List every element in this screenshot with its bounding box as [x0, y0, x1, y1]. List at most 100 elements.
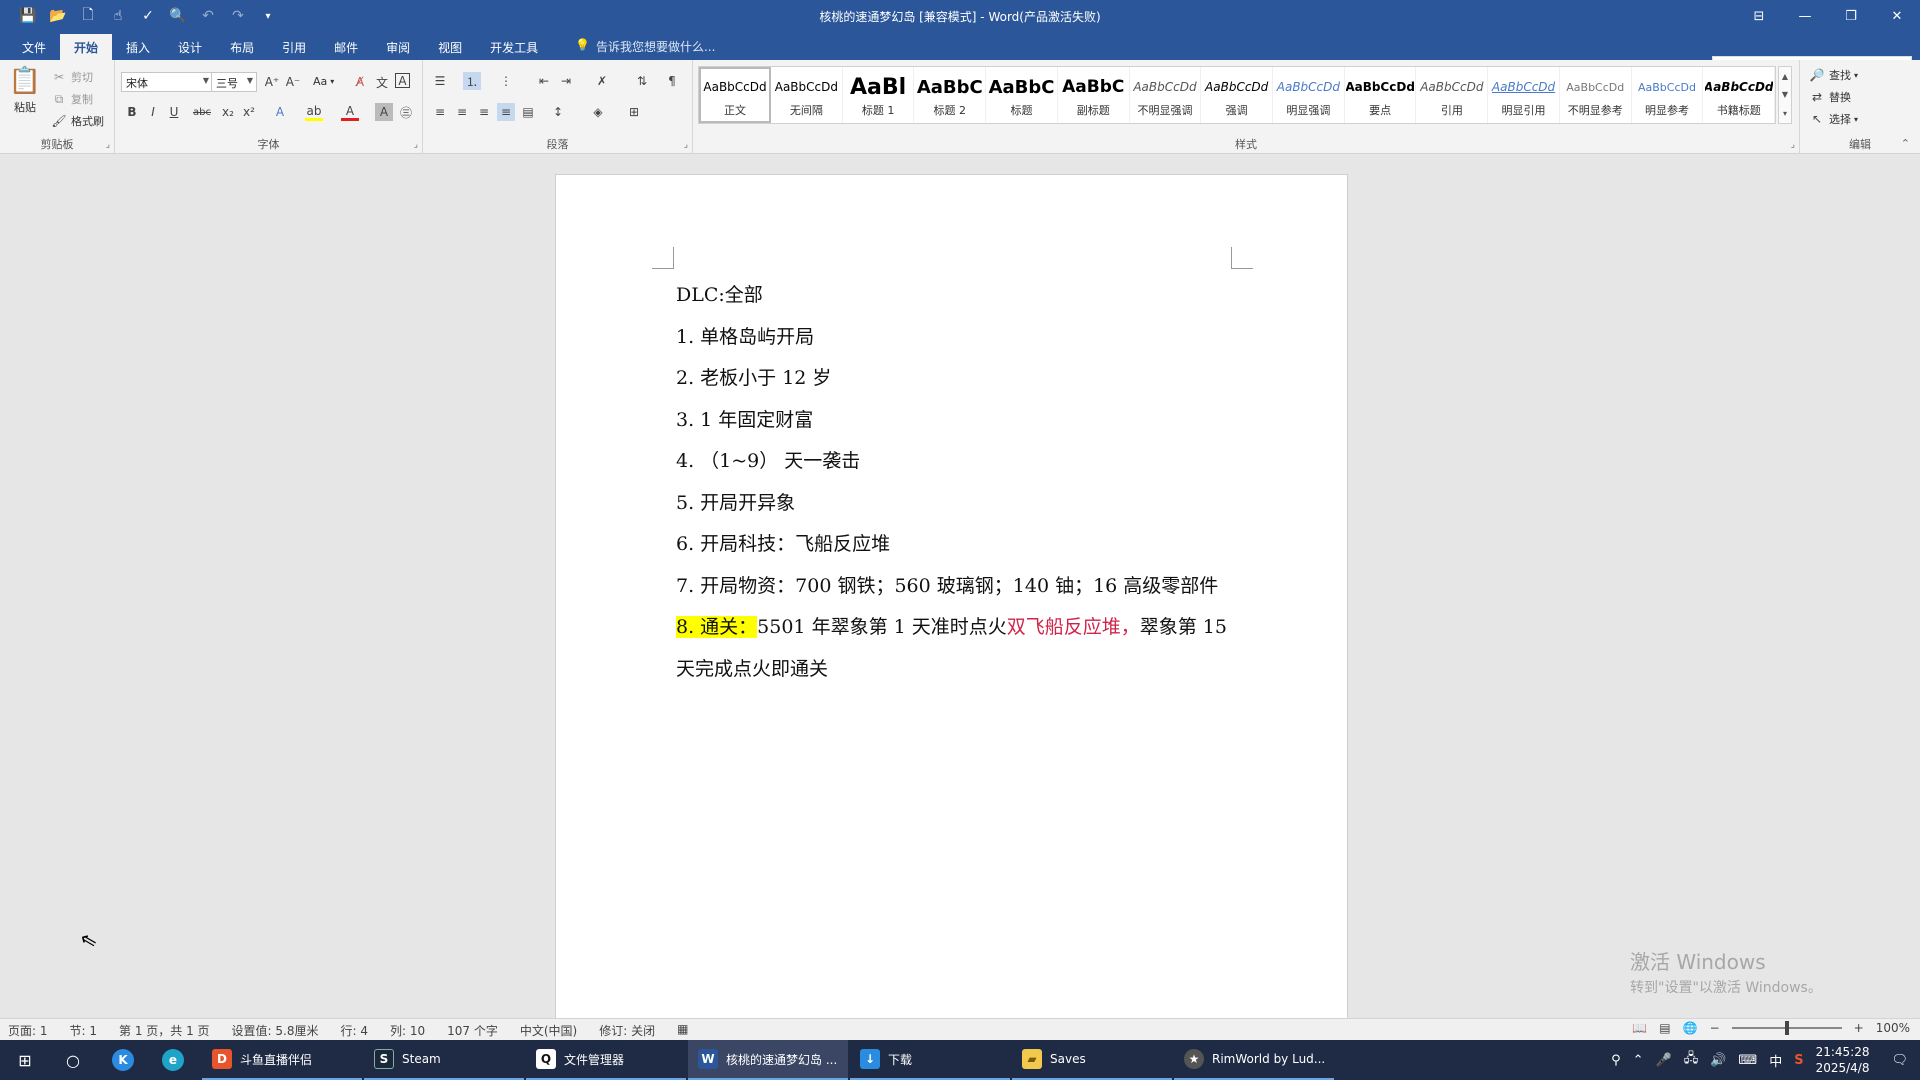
document-page[interactable]: DLC:全部 1. 单格岛屿开局 2. 老板小于 12 岁 3. 1 年固定财富…: [555, 174, 1348, 1030]
multilevel-list-icon[interactable]: ⋮: [497, 72, 515, 90]
zoom-in-icon[interactable]: +: [1854, 1021, 1864, 1035]
tab-insert[interactable]: 插入: [112, 34, 164, 60]
touch-keyboard-icon[interactable]: ⌨: [1738, 1053, 1757, 1068]
status-position[interactable]: 设置值: 5.8厘米: [232, 1022, 319, 1039]
paste-button[interactable]: 📋 粘贴: [8, 66, 42, 115]
print-preview-icon[interactable]: 🔍: [166, 4, 190, 28]
taskbar-app-saves[interactable]: ▰ Saves: [1012, 1040, 1172, 1080]
tab-file[interactable]: 文件: [8, 34, 60, 60]
font-color-icon[interactable]: A: [341, 103, 359, 121]
borders-icon[interactable]: ⊞: [625, 103, 643, 121]
grow-font-icon[interactable]: A⁺: [263, 73, 281, 91]
web-layout-icon[interactable]: 🌐: [1683, 1021, 1698, 1035]
style-heading-1[interactable]: AaBl 标题 1: [843, 67, 915, 123]
underline-icon[interactable]: U: [165, 103, 183, 121]
align-center-icon[interactable]: ≡: [453, 103, 471, 121]
tab-view[interactable]: 视图: [424, 34, 476, 60]
show-formatting-marks-icon[interactable]: ¶: [663, 72, 681, 90]
people-icon[interactable]: ⚲: [1611, 1053, 1621, 1068]
highlight-color-icon[interactable]: ab: [305, 103, 323, 121]
redo-icon[interactable]: ↷: [226, 4, 250, 28]
sort-icon[interactable]: ⇅: [633, 72, 651, 90]
align-left-icon[interactable]: ≡: [431, 103, 449, 121]
taskbar-app-file-manager[interactable]: Q 文件管理器: [526, 1040, 686, 1080]
paragraph[interactable]: 5. 开局开异象: [676, 483, 1231, 525]
status-line[interactable]: 行: 4: [340, 1022, 368, 1039]
character-shading-icon[interactable]: A: [375, 103, 393, 121]
microphone-icon[interactable]: 🎤: [1656, 1053, 1672, 1068]
windows-start-icon[interactable]: ⊞: [10, 1040, 40, 1080]
customize-qat-icon[interactable]: ▾: [256, 4, 280, 28]
restore-button[interactable]: ❐: [1828, 0, 1874, 32]
show-hidden-icons-icon[interactable]: ⌃: [1633, 1053, 1644, 1068]
collapse-ribbon-icon[interactable]: ⌃: [1901, 137, 1910, 150]
status-page[interactable]: 页面: 1: [8, 1022, 48, 1039]
status-section[interactable]: 节: 1: [70, 1022, 98, 1039]
print-layout-icon[interactable]: ▤: [1659, 1021, 1670, 1035]
bold-icon[interactable]: B: [123, 103, 141, 121]
strikethrough-icon[interactable]: abc: [193, 103, 211, 121]
line-spacing-icon[interactable]: ↕: [549, 103, 567, 121]
more-styles-icon[interactable]: ▾: [1783, 109, 1787, 118]
taskbar-app-word[interactable]: W 核桃的速通梦幻岛 ...: [688, 1040, 848, 1080]
dialog-launcher-icon[interactable]: ⌟: [684, 140, 688, 150]
style-intense-quote[interactable]: AaBbCcDd 明显引用: [1488, 67, 1560, 123]
style-subtitle[interactable]: AaBbC 副标题: [1058, 67, 1130, 123]
taskbar-app-steam[interactable]: S Steam: [364, 1040, 524, 1080]
tab-developer[interactable]: 开发工具: [476, 34, 552, 60]
network-icon[interactable]: 🖧: [1684, 1049, 1699, 1071]
style-intense-emphasis[interactable]: AaBbCcDd 明显强调: [1273, 67, 1345, 123]
paragraph[interactable]: 6. 开局科技：飞船反应堆: [676, 524, 1231, 566]
notification-center-icon[interactable]: 🗨: [1891, 1053, 1908, 1068]
copy-button[interactable]: ⧉ 复制: [50, 90, 93, 108]
clear-formatting-icon[interactable]: A̸: [351, 73, 369, 91]
justify-icon[interactable]: ≡: [497, 103, 515, 121]
red-text[interactable]: 双飞船反应堆，: [1007, 616, 1140, 638]
ime-indicator[interactable]: 中: [1769, 1051, 1782, 1070]
edge-browser-icon[interactable]: e: [158, 1040, 188, 1080]
highlighted-text[interactable]: 8. 通关：: [676, 616, 758, 638]
format-painter-button[interactable]: 🖌 格式刷: [50, 112, 104, 130]
paragraph-text[interactable]: 5501 年翠象第 1 天准时点火: [757, 616, 1007, 638]
character-border-icon[interactable]: A: [395, 73, 410, 88]
superscript-icon[interactable]: x²: [240, 103, 258, 121]
dialog-launcher-icon[interactable]: ⌟: [106, 140, 110, 150]
find-button[interactable]: 🔎 查找 ▾: [1808, 66, 1859, 84]
replace-button[interactable]: ⇄ 替换: [1808, 88, 1851, 106]
style-subtle-emphasis[interactable]: AaBbCcDd 不明显强调: [1130, 67, 1202, 123]
open-folder-icon[interactable]: 📂: [46, 4, 70, 28]
font-size-combo[interactable]: 三号 ▼: [211, 72, 257, 92]
bullets-icon[interactable]: ☰: [431, 72, 449, 90]
document-body[interactable]: DLC:全部 1. 单格岛屿开局 2. 老板小于 12 岁 3. 1 年固定财富…: [676, 275, 1231, 690]
tab-layout[interactable]: 布局: [216, 34, 268, 60]
zoom-slider[interactable]: [1731, 1021, 1842, 1035]
style-title[interactable]: AaBbC 标题: [986, 67, 1058, 123]
minimize-button[interactable]: —: [1782, 0, 1828, 32]
chevron-down-icon[interactable]: ▼: [1782, 90, 1788, 99]
numbering-icon[interactable]: ⒈: [463, 72, 481, 90]
shrink-font-icon[interactable]: A⁻: [284, 73, 302, 91]
dialog-launcher-icon[interactable]: ⌟: [414, 140, 418, 150]
spelling-check-icon[interactable]: ✓: [136, 4, 160, 28]
paragraph[interactable]: 1. 单格岛屿开局: [676, 317, 1231, 359]
styles-gallery-scroll[interactable]: ▲ ▼ ▾: [1778, 66, 1792, 124]
new-document-icon[interactable]: 🗋: [76, 4, 100, 28]
cortana-icon[interactable]: ○: [58, 1040, 88, 1080]
style-normal[interactable]: AaBbCcDd 正文: [699, 67, 771, 123]
decrease-indent-icon[interactable]: ⇤: [535, 72, 553, 90]
select-button[interactable]: ↖ 选择 ▾: [1808, 110, 1858, 128]
style-emphasis[interactable]: AaBbCcDd 强调: [1201, 67, 1274, 123]
font-name-combo[interactable]: 宋体 ▼: [121, 72, 213, 92]
tab-home[interactable]: 开始: [60, 34, 113, 60]
increase-indent-icon[interactable]: ⇥: [557, 72, 575, 90]
paragraph[interactable]: DLC:全部: [676, 275, 1231, 317]
paragraph[interactable]: 8. 通关：5501 年翠象第 1 天准时点火双飞船反应堆，翠象第 15 天完成…: [676, 607, 1231, 690]
style-subtle-reference[interactable]: AaBbCcDd 不明显参考: [1560, 67, 1632, 123]
read-mode-icon[interactable]: 📖: [1632, 1021, 1647, 1035]
style-heading-2[interactable]: AaBbC 标题 2: [914, 67, 987, 123]
style-no-spacing[interactable]: AaBbCcDd 无间隔: [771, 67, 843, 123]
chinese-layout-icon[interactable]: ✗: [593, 72, 611, 90]
taskbar-app-douyu[interactable]: D 斗鱼直播伴侣: [202, 1040, 362, 1080]
taskbar-app-rimworld[interactable]: ★ RimWorld by Lud...: [1174, 1040, 1334, 1080]
undo-icon[interactable]: ↶: [196, 4, 220, 28]
